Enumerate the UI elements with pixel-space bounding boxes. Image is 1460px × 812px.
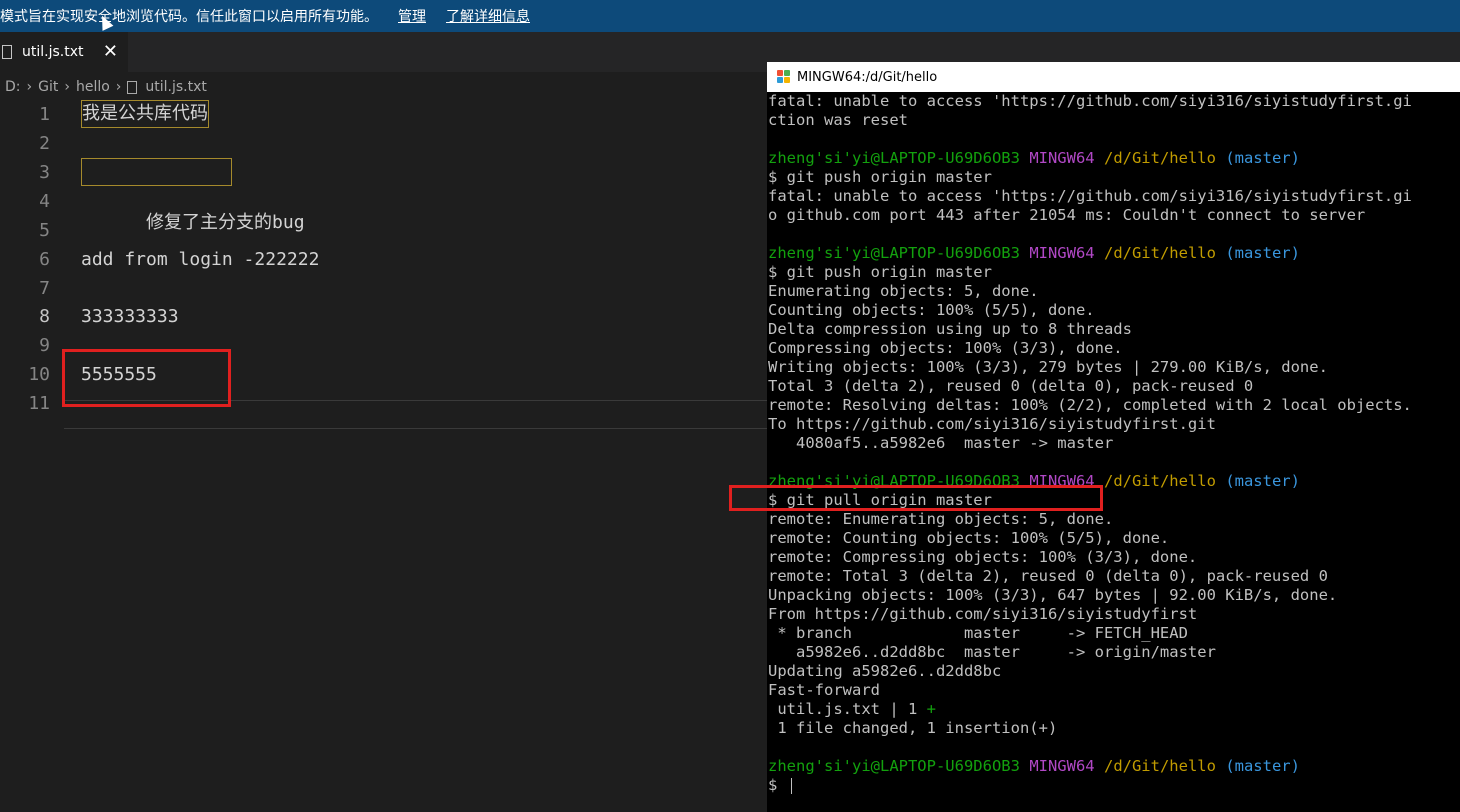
- terminal-line: fatal: unable to access 'https://github.…: [768, 187, 1412, 205]
- line-number: 9: [39, 335, 50, 356]
- terminal-line: Total 3 (delta 2), reused 0 (delta 0), p…: [768, 377, 1254, 395]
- editor-line: 4: [0, 187, 780, 216]
- breadcrumb-drive[interactable]: D:: [5, 79, 21, 95]
- terminal-line: remote: Compressing objects: 100% (3/3),…: [768, 548, 1198, 566]
- terminal-line: * branch master -> FETCH_HEAD: [768, 624, 1188, 642]
- editor-line: 7: [0, 274, 780, 303]
- breadcrumb-file[interactable]: util.js.txt: [145, 79, 207, 95]
- line-number: 11: [28, 393, 50, 414]
- terminal-line: To https://github.com/siyi316/siyistudyf…: [768, 415, 1216, 433]
- terminal-line: Delta compression using up to 8 threads: [768, 320, 1132, 338]
- line-text: 我是公共库代码: [81, 100, 209, 128]
- editor-line: 1 我是公共库代码: [0, 100, 780, 129]
- editor-line: 6 add from login -222222: [0, 245, 780, 274]
- breadcrumb: D: › Git › hello › util.js.txt: [0, 72, 780, 102]
- line-number: 4: [39, 191, 50, 212]
- line-number: 6: [39, 249, 50, 270]
- terminal-line: util.js.txt | 1 +: [768, 700, 936, 718]
- terminal-line: fatal: unable to access 'https://github.…: [768, 92, 1412, 110]
- tab-util-js-txt[interactable]: util.js.txt ✕: [0, 32, 128, 72]
- terminal-line: Unpacking objects: 100% (3/3), 647 bytes…: [768, 586, 1338, 604]
- terminal-line: From https://github.com/siyi316/siyistud…: [768, 605, 1198, 623]
- terminal-line: ction was reset: [768, 111, 908, 129]
- breadcrumb-folder-hello[interactable]: hello: [76, 79, 110, 95]
- line-number: 2: [39, 133, 50, 154]
- terminal-line: remote: Enumerating objects: 5, done.: [768, 510, 1114, 528]
- editor-line: 5: [0, 216, 780, 245]
- terminal-line: $ git push origin master: [768, 263, 992, 281]
- line-number: 1: [39, 104, 50, 125]
- terminal-line: Counting objects: 100% (5/5), done.: [768, 301, 1095, 319]
- terminal-prompt-line: zheng'si'yi@LAPTOP-U69D6OB3 MINGW64 /d/G…: [768, 149, 1300, 167]
- terminal-line: Writing objects: 100% (3/3), 279 bytes |…: [768, 358, 1328, 376]
- terminal-line: 1 file changed, 1 insertion(+): [768, 719, 1058, 737]
- terminal-line: remote: Resolving deltas: 100% (2/2), co…: [768, 396, 1412, 414]
- terminal-line: o github.com port 443 after 21054 ms: Co…: [768, 206, 1366, 224]
- manage-link[interactable]: 管理: [398, 6, 426, 26]
- line-text: add from login -222222: [81, 249, 320, 270]
- learn-more-link[interactable]: 了解详细信息: [446, 6, 530, 26]
- terminal-line: Enumerating objects: 5, done.: [768, 282, 1039, 300]
- line-number: 3: [39, 162, 50, 183]
- breadcrumb-folder-git[interactable]: Git: [38, 79, 58, 95]
- chevron-right-icon: ›: [115, 79, 122, 95]
- tab-label: util.js.txt: [22, 44, 84, 60]
- terminal-line: 4080af5..a5982e6 master -> master: [768, 434, 1114, 452]
- terminal-line: Fast-forward: [768, 681, 880, 699]
- line-text: 修复了主分支的bug: [81, 158, 305, 233]
- file-icon: [2, 45, 12, 59]
- git-bash-icon: [777, 70, 791, 84]
- banner-message: 模式旨在实现安全地浏览代码。信任此窗口以启用所有功能。: [0, 9, 378, 25]
- terminal-line: $: [768, 776, 792, 795]
- line-number: 7: [39, 278, 50, 299]
- line-text: 333333333: [81, 306, 179, 327]
- insertion-plus: +: [926, 700, 936, 718]
- terminal-line: remote: Counting objects: 100% (5/5), do…: [768, 529, 1170, 547]
- terminal-titlebar[interactable]: MINGW64:/d/Git/hello: [767, 62, 1460, 92]
- line-number: 5: [39, 220, 50, 241]
- chevron-right-icon: ›: [26, 79, 33, 95]
- line-number: 8: [39, 306, 50, 327]
- terminal-line: a5982e6..d2dd8bc master -> origin/master: [768, 643, 1216, 661]
- terminal-line: Updating a5982e6..d2dd8bc: [768, 662, 1002, 680]
- terminal-line: Compressing objects: 100% (3/3), done.: [768, 339, 1123, 357]
- editor-line: 2: [0, 129, 780, 158]
- terminal-prompt-line: zheng'si'yi@LAPTOP-U69D6OB3 MINGW64 /d/G…: [768, 757, 1300, 775]
- editor-line: 3 修复了主分支的bug: [0, 158, 780, 233]
- terminal-output[interactable]: fatal: unable to access 'https://github.…: [768, 92, 1460, 812]
- file-icon: [127, 80, 138, 94]
- chevron-right-icon: ›: [64, 79, 70, 95]
- terminal-title: MINGW64:/d/Git/hello: [797, 69, 938, 85]
- text-cursor: [790, 777, 792, 794]
- red-annotation-box: [62, 349, 231, 407]
- close-icon[interactable]: ✕: [103, 41, 118, 62]
- line-number: 10: [28, 364, 50, 385]
- terminal-prompt-line: zheng'si'yi@LAPTOP-U69D6OB3 MINGW64 /d/G…: [768, 244, 1300, 262]
- code-editor[interactable]: 1 我是公共库代码 2 3 修复了主分支的bug 4 5 6 add from …: [0, 100, 780, 812]
- terminal-line: remote: Total 3 (delta 2), reused 0 (del…: [768, 567, 1328, 585]
- word-highlight: [81, 158, 232, 186]
- terminal-window[interactable]: MINGW64:/d/Git/hello fatal: unable to ac…: [729, 62, 1460, 812]
- editor-line: 8 333333333: [0, 302, 780, 331]
- restricted-mode-banner: 模式旨在实现安全地浏览代码。信任此窗口以启用所有功能。 管理 了解详细信息: [0, 0, 1460, 32]
- terminal-line: $ git push origin master: [768, 168, 992, 186]
- red-annotation-box: [729, 485, 1103, 511]
